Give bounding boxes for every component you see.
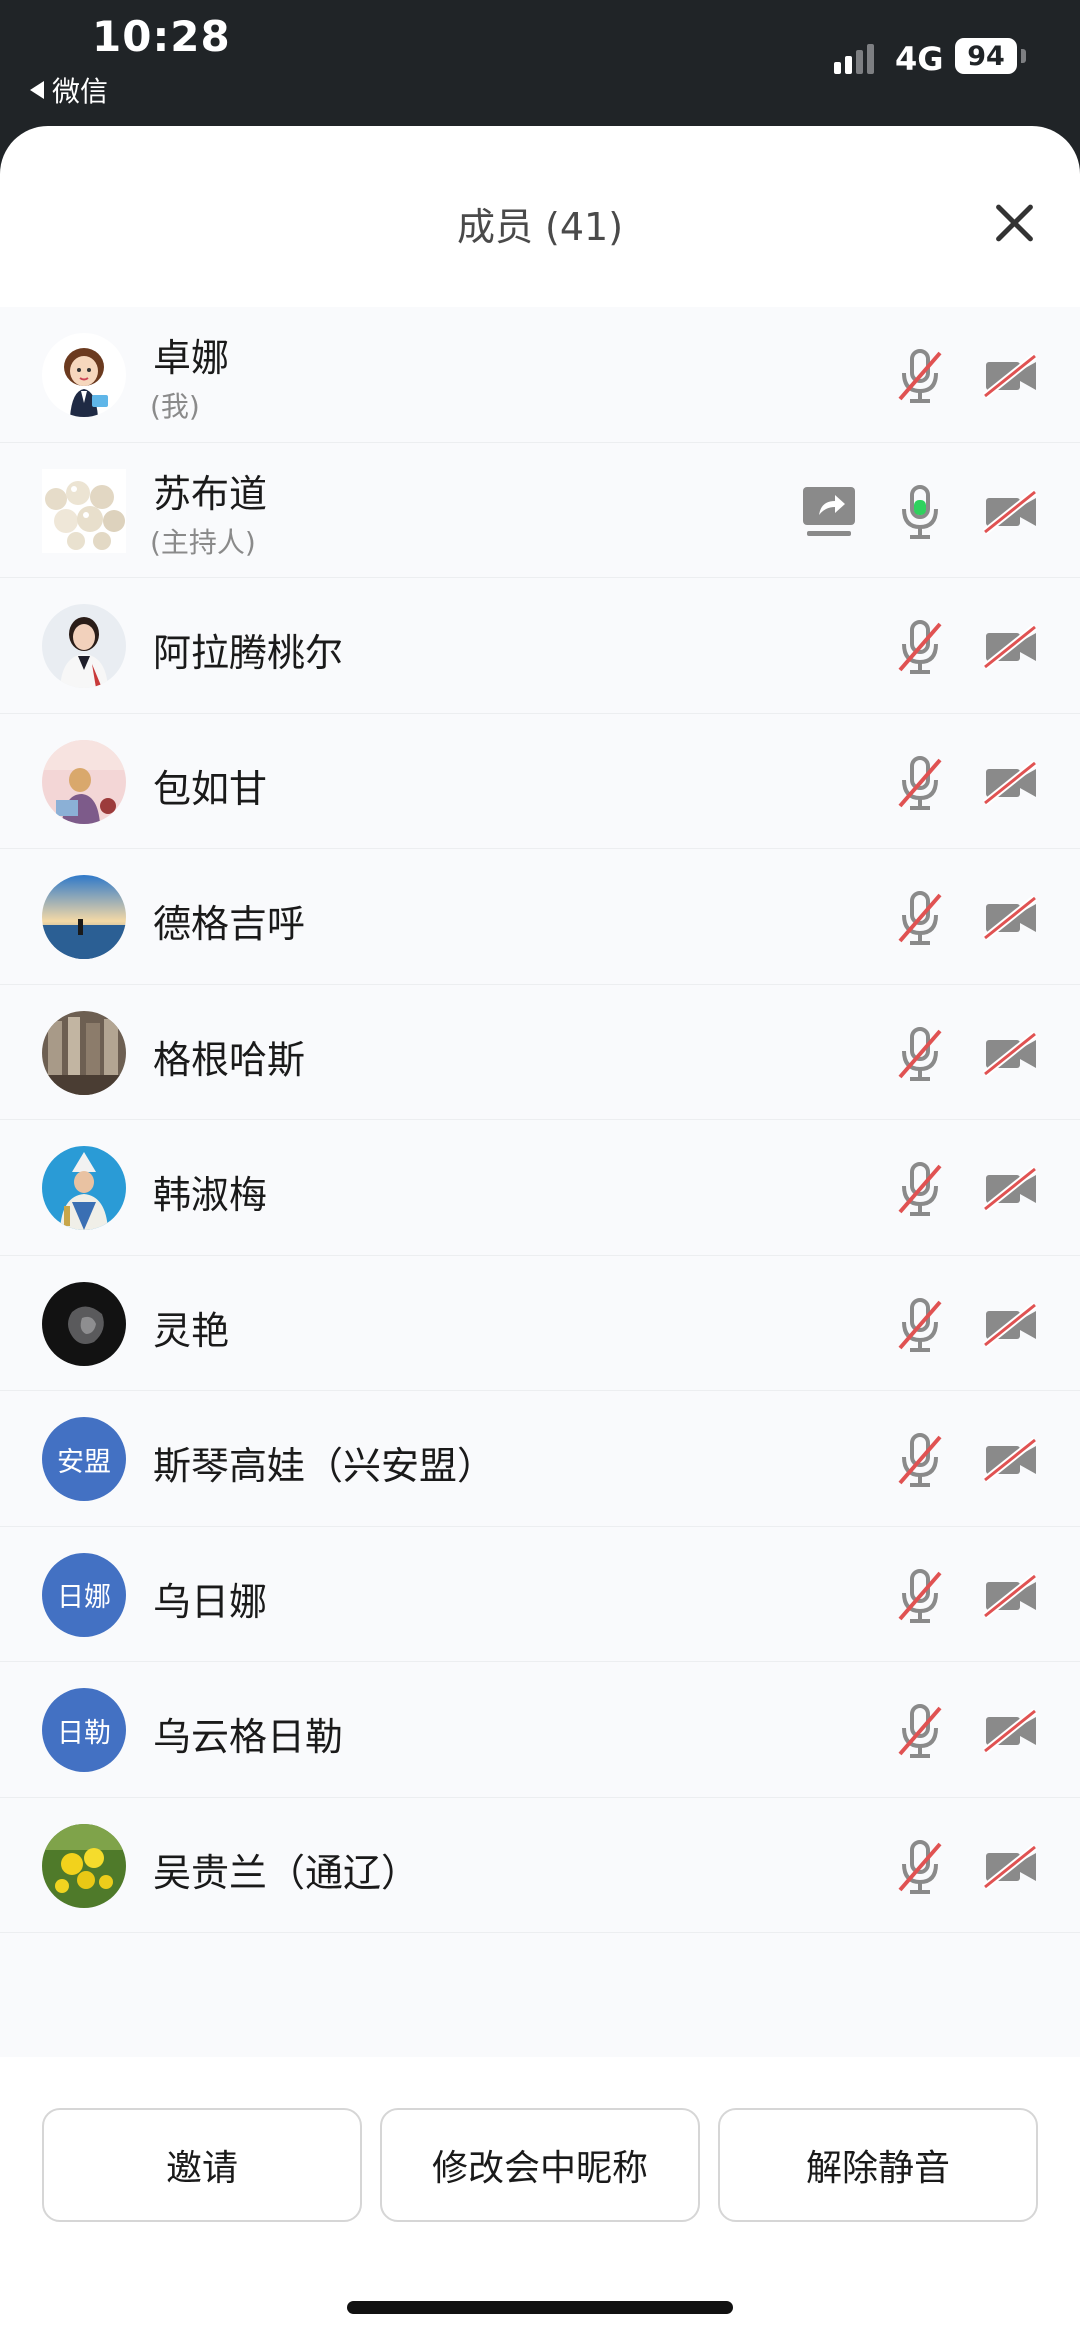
rename-button[interactable]: 修改会中昵称 <box>380 2108 700 2222</box>
member-name: 乌日娜 <box>153 1579 268 1624</box>
camera-off-icon[interactable] <box>983 1031 1039 1076</box>
back-to-app-link[interactable]: 微信 <box>30 70 108 110</box>
member-role: (主持人) <box>150 525 256 559</box>
mic-muted-icon[interactable] <box>896 1296 944 1354</box>
battery-cap <box>1021 49 1026 63</box>
close-button[interactable] <box>992 200 1038 246</box>
mic-muted-icon[interactable] <box>896 1838 944 1896</box>
member-row[interactable]: 日娜 乌日娜 <box>0 1527 1080 1662</box>
member-name: 灵艳 <box>153 1308 230 1353</box>
mic-muted-icon[interactable] <box>896 1567 944 1625</box>
member-row[interactable]: 吴贵兰（通辽） <box>0 1798 1080 1933</box>
signal-icon <box>834 42 874 74</box>
avatar <box>42 875 126 959</box>
member-row[interactable]: 卓娜 (我) <box>0 307 1080 443</box>
mic-muted-icon[interactable] <box>896 1160 944 1218</box>
member-name: 苏布道 <box>153 471 268 516</box>
invite-button[interactable]: 邀请 <box>42 2108 362 2222</box>
avatar <box>42 1146 126 1230</box>
avatar: 日娜 <box>42 1552 126 1637</box>
mic-active-icon[interactable] <box>896 483 944 541</box>
camera-off-icon[interactable] <box>983 1709 1039 1753</box>
member-name: 斯琴高娃（兴安盟） <box>153 1444 496 1488</box>
avatar: 日勒 <box>42 1688 126 1772</box>
member-name: 吴贵兰（通辽） <box>153 1850 420 1895</box>
unmute-button[interactable]: 解除静音 <box>718 2108 1038 2222</box>
mic-muted-icon[interactable] <box>896 347 944 405</box>
member-row[interactable]: 日勒 乌云格日勒 <box>0 1662 1080 1798</box>
member-row[interactable]: 安盟 斯琴高娃（兴安盟） <box>0 1391 1080 1527</box>
network-type: 4G <box>895 40 944 78</box>
back-app-label: 微信 <box>52 75 109 108</box>
member-name: 阿拉腾桃尔 <box>153 631 344 675</box>
back-arrow-icon <box>30 81 44 99</box>
battery-level: 94 <box>967 40 1005 72</box>
avatar <box>42 1010 126 1095</box>
member-name: 包如甘 <box>153 766 268 811</box>
member-name: 乌云格日勒 <box>153 1715 344 1759</box>
mic-muted-icon[interactable] <box>896 1025 944 1083</box>
mic-muted-icon[interactable] <box>896 618 944 676</box>
member-name: 卓娜 <box>153 336 230 380</box>
mic-muted-icon[interactable] <box>896 754 944 812</box>
camera-off-icon[interactable] <box>983 760 1039 805</box>
camera-off-icon[interactable] <box>983 1844 1039 1889</box>
member-role: (我) <box>150 390 200 423</box>
status-bar: 10:28 微信 4G 94 <box>0 0 1080 130</box>
mic-muted-icon[interactable] <box>896 1702 944 1760</box>
member-name: 格根哈斯 <box>153 1037 306 1082</box>
status-time: 10:28 <box>92 12 231 61</box>
avatar <box>42 333 126 417</box>
camera-off-icon[interactable] <box>983 625 1039 669</box>
avatar <box>42 739 126 824</box>
member-row[interactable]: 德格吉呼 <box>0 849 1080 985</box>
member-name: 德格吉呼 <box>153 902 306 946</box>
screen-share-icon[interactable] <box>801 485 857 539</box>
avatar: 安盟 <box>42 1417 126 1501</box>
avatar <box>42 1823 126 1908</box>
avatar <box>42 604 126 688</box>
avatar <box>42 468 126 553</box>
camera-off-icon[interactable] <box>983 1438 1039 1482</box>
member-row[interactable]: 苏布道 (主持人) <box>0 443 1080 578</box>
member-name: 韩淑梅 <box>153 1173 268 1217</box>
member-row[interactable]: 韩淑梅 <box>0 1120 1080 1256</box>
camera-off-icon[interactable] <box>983 354 1039 398</box>
camera-off-icon[interactable] <box>983 1573 1039 1618</box>
camera-off-icon[interactable] <box>983 896 1039 940</box>
avatar <box>42 1281 126 1366</box>
camera-off-icon[interactable] <box>983 489 1039 534</box>
mic-muted-icon[interactable] <box>896 1431 944 1489</box>
sheet-title: 成员 (41) <box>456 205 624 249</box>
battery-icon: 94 <box>955 38 1017 74</box>
member-row[interactable]: 包如甘 <box>0 714 1080 849</box>
member-list[interactable]: 卓娜 (我) 苏布道 (主持人) 阿拉腾桃尔 包如甘 德格吉呼 格根哈斯 韩淑梅… <box>0 307 1080 2057</box>
camera-off-icon[interactable] <box>983 1167 1039 1211</box>
member-row[interactable]: 格根哈斯 <box>0 985 1080 1120</box>
home-indicator <box>347 2301 733 2314</box>
mic-muted-icon[interactable] <box>896 889 944 947</box>
member-row[interactable]: 阿拉腾桃尔 <box>0 578 1080 714</box>
camera-off-icon[interactable] <box>983 1302 1039 1347</box>
member-row[interactable]: 灵艳 <box>0 1256 1080 1391</box>
